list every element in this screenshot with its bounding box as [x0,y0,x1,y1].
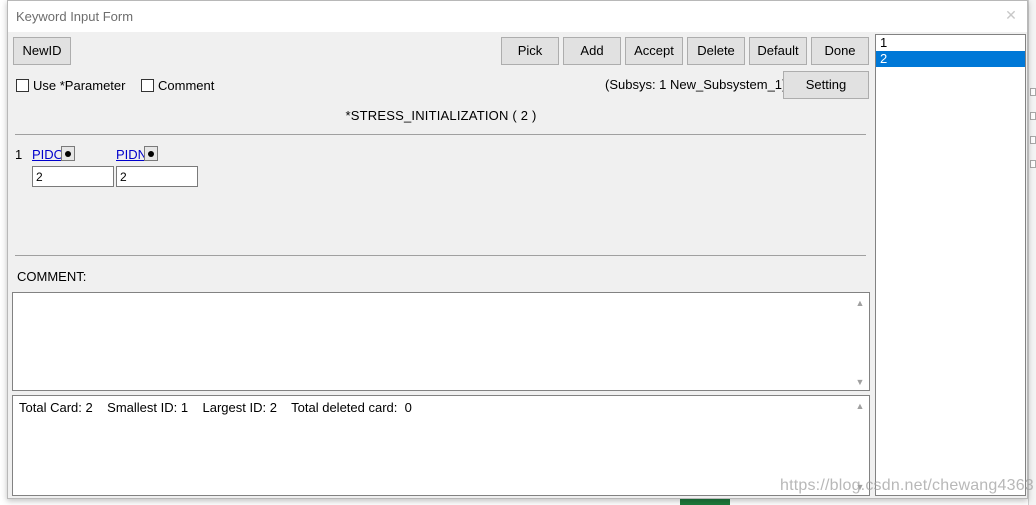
field-label-pidn[interactable]: PIDN [116,147,147,162]
list-item-selected[interactable]: 2 [876,51,1025,67]
divider [15,255,866,256]
comment-label: COMMENT: [17,269,87,284]
list-item[interactable]: 1 [876,35,1025,51]
scroll-up-icon[interactable]: ▲ [855,401,865,411]
background-control [1030,88,1036,96]
stats-textarea[interactable]: Total Card: 2 Smallest ID: 1 Largest ID:… [12,395,870,496]
scroll-up-icon[interactable]: ▲ [855,298,865,308]
field-label-pido[interactable]: PIDO [32,147,64,162]
background-window-edge [1028,0,1036,505]
dot-icon [148,150,154,157]
dot-icon [65,150,71,157]
done-button[interactable]: Done [811,37,869,65]
use-parameter-option[interactable]: Use *Parameter [16,78,125,93]
scroll-down-icon[interactable]: ▼ [855,377,865,387]
watermark: https://blog.csdn.net/chewang4363 [780,477,1034,494]
setting-button[interactable]: Setting [783,71,869,99]
close-icon[interactable]: ✕ [1003,7,1019,23]
pido-pick-button[interactable] [61,146,75,161]
use-parameter-label: Use *Parameter [33,78,126,93]
divider [15,134,866,135]
keyword-title: *STRESS_INITIALIZATION ( 2 ) [345,108,537,123]
pick-button[interactable]: Pick [501,37,559,65]
title-bar: Keyword Input Form ✕ [8,1,1027,32]
background-control [1030,136,1036,144]
window-title: Keyword Input Form [16,9,134,24]
default-button[interactable]: Default [749,37,807,65]
card-row-number: 1 [15,147,23,162]
delete-button[interactable]: Delete [687,37,745,65]
comment-option-label: Comment [158,78,215,93]
add-button[interactable]: Add [563,37,621,65]
background-control [1030,112,1036,120]
pidn-pick-button[interactable] [144,146,158,161]
newid-button[interactable]: NewID [13,37,71,65]
comment-option[interactable]: Comment [141,78,214,93]
pido-input[interactable] [32,166,114,187]
keyword-input-form-window: Keyword Input Form ✕ NewID Pick Add Acce… [7,0,1028,499]
subsystem-label: (Subsys: 1 New_Subsystem_1) [605,77,787,92]
comment-checkbox[interactable] [141,79,154,92]
use-parameter-checkbox[interactable] [16,79,29,92]
accept-button[interactable]: Accept [625,37,683,65]
id-list[interactable]: 1 2 [875,34,1026,496]
comment-textarea[interactable] [12,292,870,391]
pidn-input[interactable] [116,166,198,187]
stats-text: Total Card: 2 Smallest ID: 1 Largest ID:… [19,400,412,415]
background-control [1030,160,1036,168]
